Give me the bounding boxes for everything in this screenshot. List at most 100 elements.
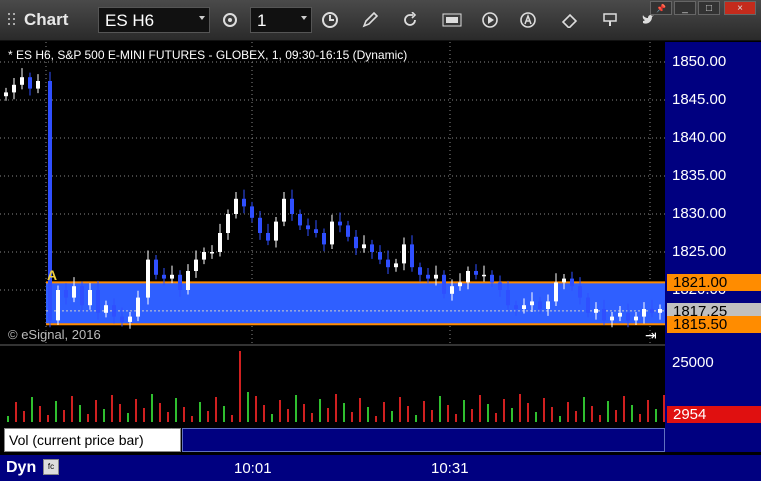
close-icon: × [737,3,743,14]
candle-body [258,217,262,233]
candle-body [234,198,238,214]
close-icon[interactable]: × [170,426,176,438]
candle-body [410,244,414,268]
candle-body [394,263,398,268]
candle-body [242,198,246,207]
chevron-down-icon[interactable] [199,16,205,20]
refresh-button[interactable] [396,7,424,33]
pin-button[interactable]: 📌 [650,1,672,15]
candle-body [96,290,100,313]
candle-body [170,274,174,279]
candle-body [634,316,638,321]
candle-body [346,225,350,237]
title-bar: Chart ES H6 1 📌 _ □ × [0,0,761,41]
symbol-input[interactable]: ES H6 [98,7,210,33]
pencil-icon [362,12,378,28]
candle-body [626,312,630,321]
candle-body [514,305,518,309]
candle-body [354,236,358,249]
minimize-button[interactable]: _ [674,1,696,15]
price-tick-label: 1850.00 [672,53,727,70]
play-button[interactable] [476,7,504,33]
candle-body [202,252,206,260]
candle-body [482,274,486,277]
candle-body [458,282,462,287]
candle-body [136,297,140,317]
candle-body [434,274,438,279]
candle-body [112,305,116,317]
candle-body [362,244,366,249]
goto-end-button[interactable]: ⇥ [645,327,657,344]
fc-icon[interactable]: fc [43,459,59,475]
candle-body [570,278,574,287]
dynamic-mode-label[interactable]: Dyn [6,459,36,477]
interval-input[interactable]: 1 [250,7,312,33]
candle-body [602,309,606,321]
volume-study-label[interactable]: Vol (current price bar) [4,428,181,452]
candle-body [146,259,150,298]
candle-body [490,274,494,283]
candle-body [194,259,198,271]
time-button[interactable] [316,7,344,33]
time-label-1001: 10:01 [234,460,272,477]
alert-button[interactable] [514,7,542,33]
candle-body [20,77,24,85]
candle-body [28,77,32,89]
volume-current-tag: 2954 [667,406,761,423]
candle-body [64,290,68,298]
close-button[interactable]: × [724,1,756,15]
draw-button[interactable] [356,7,384,33]
color-button[interactable] [596,7,624,33]
get-button[interactable] [438,7,466,33]
candle-body [554,282,558,302]
candle-body [474,271,478,275]
clock-icon [322,12,338,28]
candle-body [104,305,108,313]
candle-body [402,244,406,264]
candle-body [72,286,76,298]
settings-button[interactable] [216,7,244,33]
chevron-down-icon[interactable] [301,16,307,20]
candle-body [562,278,566,283]
copyright-label: © eSignal, 2016 [8,327,101,342]
candle-body [386,259,390,268]
price-chart-canvas[interactable] [0,42,665,344]
refresh-icon [404,12,417,26]
price-tag: 1815.50 [667,316,761,334]
pin-icon: 📌 [656,4,666,13]
maximize-button[interactable]: □ [698,1,720,15]
maximize-icon: □ [705,3,713,14]
price-tick-label: 1830.00 [672,205,727,222]
time-label-1031: 10:31 [431,460,469,477]
candle-body [642,309,646,317]
tools-button[interactable] [556,7,584,33]
candle-body [298,214,302,226]
candle-body [530,301,534,306]
candle-body [88,290,92,306]
candle-body [266,233,270,241]
candle-body [378,252,382,260]
candle-body [442,274,446,294]
candle-body [610,316,614,321]
candle-body [178,274,182,290]
price-tick-label: 1845.00 [672,91,727,108]
price-tick-label: 1840.00 [672,129,727,146]
candle-body [36,81,40,89]
time-axis[interactable] [0,455,665,481]
candle-body [338,221,342,226]
candle-body [282,198,286,222]
candle-body [4,92,8,97]
candle-body [80,286,84,306]
candle-body [162,274,166,279]
get-data-icon [442,13,462,27]
candle-body [274,221,278,241]
interval-value: 1 [257,11,267,30]
candle-body [594,309,598,313]
candle-body [330,221,334,245]
candle-body [120,316,124,322]
chart-title: * ES H6, S&P 500 E-MINI FUTURES - GLOBEX… [8,48,408,62]
twitter-icon [642,14,654,24]
candle-body [650,309,654,313]
candle-body [546,301,550,309]
candle-body [154,259,158,275]
